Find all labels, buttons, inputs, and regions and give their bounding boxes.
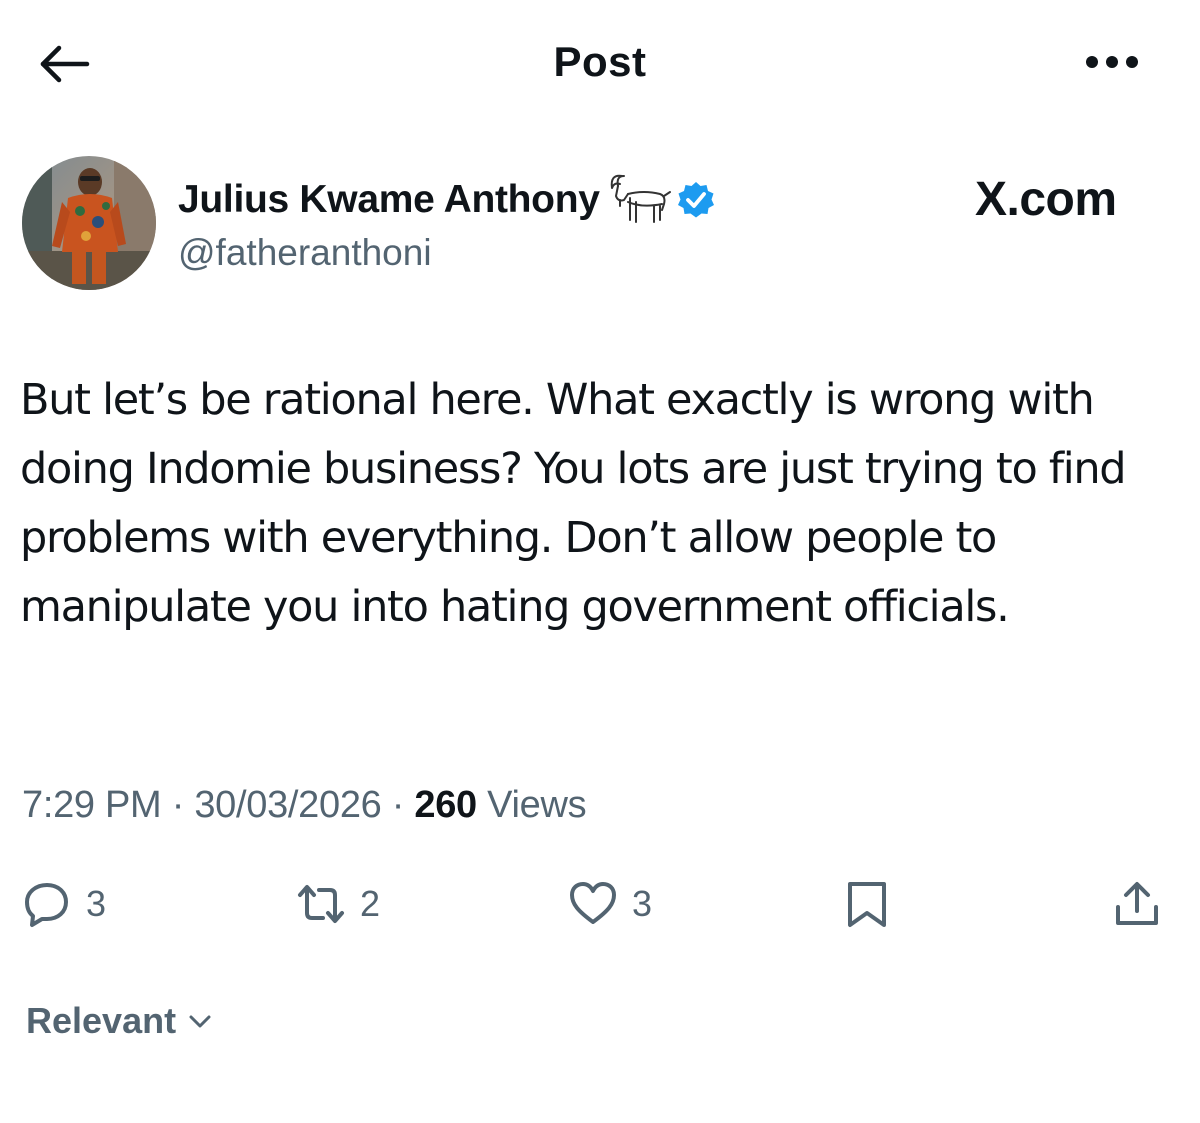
avatar-photo — [22, 156, 156, 290]
verified-badge-icon — [677, 182, 714, 218]
post-text: But let’s be rational here. What exactly… — [20, 375, 1127, 632]
bookmark-button[interactable] — [842, 874, 892, 934]
repost-icon — [298, 885, 344, 923]
reply-sort-dropdown[interactable]: Relevant — [26, 1000, 214, 1042]
author-display-name[interactable]: Julius Kwame Anthony — [178, 178, 600, 222]
top-bar: Post — [0, 0, 1200, 130]
share-button[interactable] — [1112, 874, 1162, 934]
views-label: Views — [487, 784, 587, 826]
reply-icon — [25, 883, 68, 927]
page-title: Post — [553, 38, 647, 85]
author-name-row: Julius Kwame Anthony — [178, 172, 716, 228]
post-time[interactable]: 7:29 PM — [22, 784, 162, 826]
heart-icon — [570, 882, 616, 924]
sort-label: Relevant — [26, 1000, 177, 1041]
meta-separator: · — [171, 784, 185, 826]
author-handle[interactable]: @fatheranthoni — [178, 232, 432, 274]
like-button[interactable]: 3 — [568, 874, 652, 934]
watermark-text: X.com — [975, 173, 1117, 226]
post-date[interactable]: 30/03/2026 — [194, 784, 381, 826]
reply-count: 3 — [86, 883, 107, 924]
goat-icon — [610, 174, 671, 223]
chevron-down-icon — [189, 1015, 211, 1028]
meta-separator: · — [391, 784, 405, 826]
more-horizontal-icon — [1086, 56, 1138, 68]
views-count: 260 — [414, 784, 477, 826]
author-avatar[interactable] — [22, 156, 156, 290]
repost-button[interactable]: 2 — [296, 874, 380, 934]
bookmark-icon — [848, 882, 886, 927]
post-meta: 7:29 PM · 30/03/2026 · 260 Views — [22, 784, 587, 827]
reply-button[interactable]: 3 — [22, 874, 106, 934]
share-icon — [1116, 882, 1158, 925]
more-options-button[interactable] — [1080, 44, 1144, 80]
post-detail-page: Post Julius Kwame Anthony @fatheranthoni… — [0, 0, 1200, 1123]
repost-count: 2 — [360, 883, 381, 924]
like-count: 3 — [632, 883, 653, 924]
